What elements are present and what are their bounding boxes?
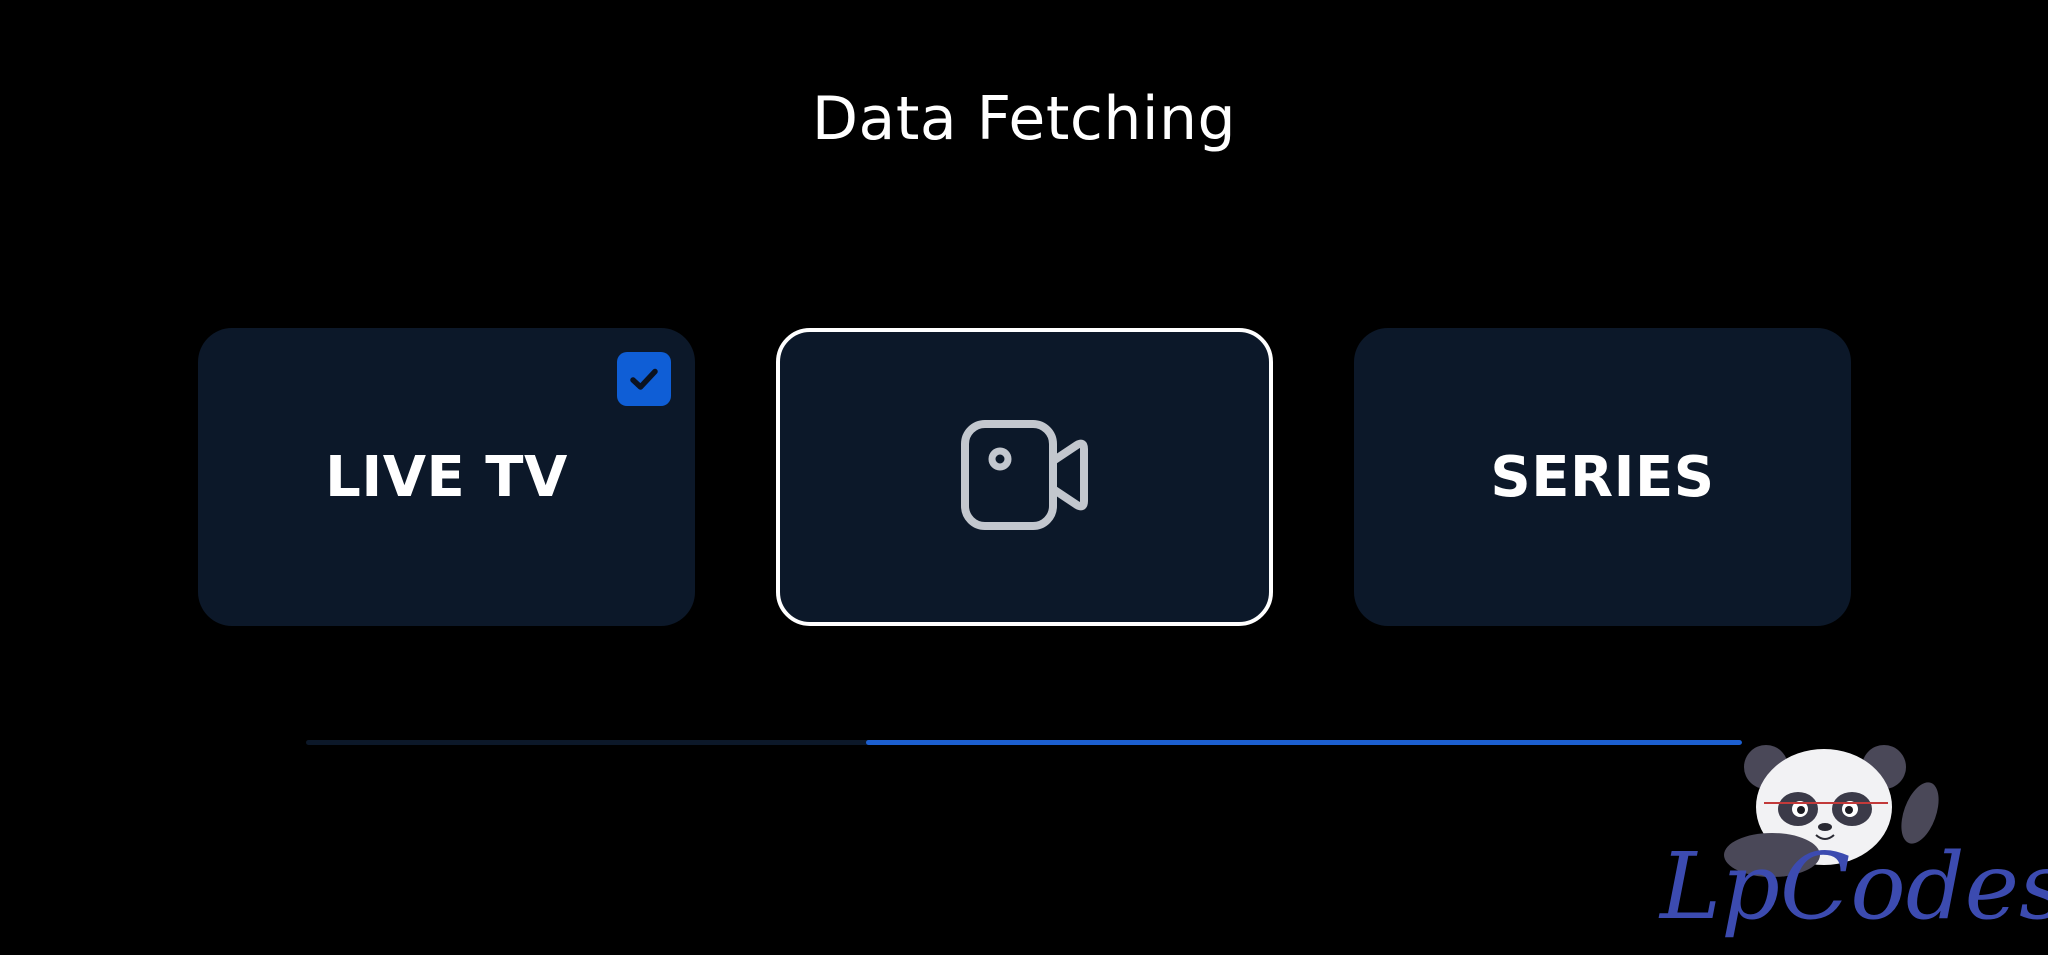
watermark-logo: LpCodes [1652, 735, 2048, 945]
live-tv-label: LIVE TV [325, 444, 568, 510]
video-camera-icon [960, 419, 1090, 535]
page-title: Data Fetching [811, 84, 1237, 154]
progress-bar-fill [866, 740, 1742, 745]
movies-card[interactable] [776, 328, 1273, 626]
live-tv-card[interactable]: LIVE TV [198, 328, 695, 626]
checkmark-icon [617, 352, 671, 406]
watermark-text: LpCodes [1660, 833, 2048, 940]
progress-bar [306, 740, 1742, 745]
series-label: SERIES [1490, 444, 1715, 510]
series-card[interactable]: SERIES [1354, 328, 1851, 626]
